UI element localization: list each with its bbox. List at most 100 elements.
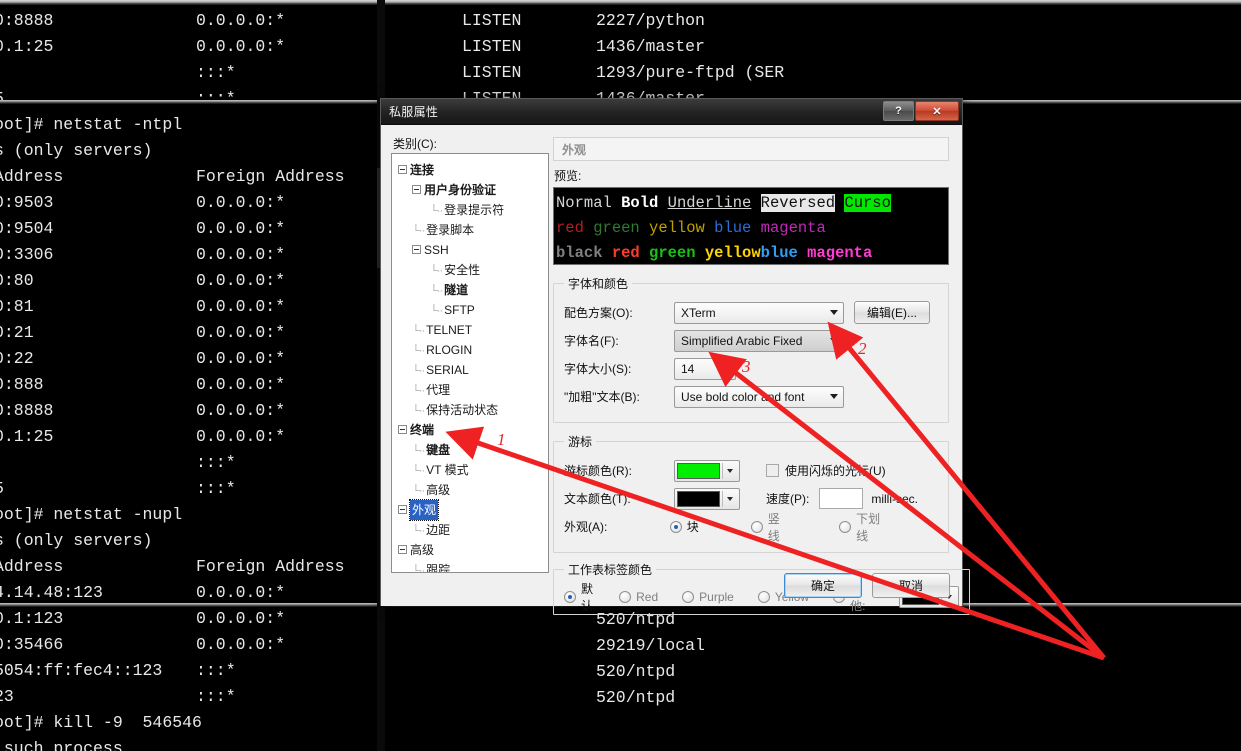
text-color-picker[interactable] <box>674 487 740 510</box>
tree-item-12[interactable]: └·· 保持活动状态 <box>392 400 548 420</box>
preview-row-styles: Normal Bold Underline Reversed Curso <box>556 191 948 216</box>
tree-item-16[interactable]: └·· 高级 <box>392 480 548 500</box>
preview-segment: red <box>611 244 650 262</box>
tree-item-11[interactable]: └·· 代理 <box>392 380 548 400</box>
tree-item-19[interactable]: 高级 <box>392 540 548 560</box>
font-name-value: Simplified Arabic Fixed <box>681 333 803 348</box>
tree-item-8[interactable]: └·· TELNET <box>392 320 548 340</box>
tree-item-label: 高级 <box>426 483 451 497</box>
tree-item-label: 安全性 <box>444 263 481 277</box>
tab-color-option-0[interactable]: 默认 <box>564 580 595 614</box>
tree-branch-icon: └·· <box>412 565 425 573</box>
dialog-footer: 确定 取消 <box>784 573 950 598</box>
tree-item-label: 外观 <box>408 499 440 521</box>
tree-branch-icon: └·· <box>412 405 425 417</box>
close-icon[interactable]: ✕ <box>915 101 959 121</box>
blinking-cursor-label: 使用闪烁的光标(U) <box>785 464 886 478</box>
font-size-select[interactable]: 14 <box>674 357 736 380</box>
preview-box: Normal Bold Underline Reversed Curso red… <box>553 187 949 265</box>
edit-scheme-button[interactable]: 编辑(E)... <box>854 301 930 324</box>
preview-segment: Normal <box>556 194 622 212</box>
chevron-down-icon <box>722 462 737 479</box>
tree-item-14[interactable]: └·· 键盘 <box>392 440 548 460</box>
tree-item-20[interactable]: └·· 跟踪 <box>392 560 548 573</box>
font-size-label: 字体大小(S): <box>564 362 632 376</box>
tree-item-3[interactable]: └·· 登录脚本 <box>392 220 548 240</box>
cursor-appearance-option-1[interactable]: 竖线 <box>750 510 787 544</box>
tree-item-17[interactable]: 外观 <box>392 499 548 521</box>
tree-item-1[interactable]: 用户身份验证 <box>392 180 548 200</box>
cursor-group-legend: 游标 <box>568 435 593 449</box>
pane-header: 外观 <box>553 137 949 161</box>
preview-segment: blue <box>760 244 808 262</box>
font-name-select[interactable]: Simplified Arabic Fixed <box>674 329 844 352</box>
preview-segment: red <box>556 219 594 237</box>
text-color-swatch <box>677 490 720 507</box>
radio-icon <box>682 591 695 603</box>
cursor-color-picker[interactable] <box>674 459 740 482</box>
tree-item-15[interactable]: └·· VT 模式 <box>392 460 548 480</box>
preview-segment: magenta <box>760 219 826 237</box>
tree-expander-icon[interactable] <box>398 505 407 515</box>
tree-item-18[interactable]: └·· 边距 <box>392 520 548 540</box>
tab-color-option-1[interactable]: Red <box>619 590 658 604</box>
tree-item-label: 高级 <box>410 543 435 557</box>
cursor-appearance-option-2[interactable]: 下划线 <box>839 510 886 544</box>
font-name-label: 字体名(F): <box>564 334 619 348</box>
terminal-top-edge <box>0 0 1241 5</box>
tree-item-label: 用户身份验证 <box>424 183 497 197</box>
tree-item-7[interactable]: └·· SFTP <box>392 300 548 320</box>
tree-item-13[interactable]: 终端 <box>392 420 548 440</box>
cursor-appearance-option-0[interactable]: 块 <box>669 518 699 535</box>
cursor-group: 游标 游标颜色(R): 使用闪烁的光标(U) 文本颜色(T): 速度(P): m… <box>553 433 949 553</box>
tab-color-option-label: Purple <box>699 590 734 604</box>
dialog-title: 私服属性 <box>389 105 439 119</box>
chevron-down-icon <box>825 387 843 407</box>
tree-item-label: 跟踪 <box>426 563 451 573</box>
checkbox-icon <box>766 464 779 477</box>
tab-color-legend: 工作表标签颜色 <box>568 563 653 577</box>
window-buttons: ? ✕ <box>883 101 959 121</box>
blink-speed-unit: milli-sec. <box>871 491 919 506</box>
tree-item-6[interactable]: └·· 隧道 <box>392 280 548 300</box>
font-size-value: 14 <box>681 361 695 376</box>
ok-button[interactable]: 确定 <box>784 573 862 598</box>
cursor-appearance-option-label: 竖线 <box>767 511 780 543</box>
tree-expander-icon[interactable] <box>398 425 407 435</box>
tree-item-10[interactable]: └·· SERIAL <box>392 360 548 380</box>
terminal-local-address-column: 0:8888 0.1:25 5 oot]# netstat -ntpl s (o… <box>0 11 202 751</box>
blinking-cursor-checkbox[interactable]: 使用闪烁的光标(U) <box>766 462 886 479</box>
tree-item-2[interactable]: └·· 登录提示符 <box>392 200 548 220</box>
radio-icon <box>757 591 770 603</box>
text-color-row: 文本颜色(T): 速度(P): milli-sec. <box>564 486 938 511</box>
tree-item-5[interactable]: └·· 安全性 <box>392 260 548 280</box>
category-tree[interactable]: 连接 用户身份验证 └·· 登录提示符 └·· 登录脚本 SSH └·· 安全性 └·· 隧道 └··… <box>391 153 549 573</box>
session-properties-dialog: 私服属性 ? ✕ 类别(C): 连接 用户身份验证 └·· 登录提示符 └·· 登录脚本 S… <box>380 98 971 615</box>
preview-segment: Curso <box>844 194 891 212</box>
preview-segment: yellow <box>649 219 715 237</box>
help-icon[interactable]: ? <box>883 101 914 121</box>
bold-text-select[interactable]: Use bold color and font <box>674 385 844 408</box>
tree-item-9[interactable]: └·· RLOGIN <box>392 340 548 360</box>
preview-segment <box>751 194 760 212</box>
preview-segment: green <box>649 244 705 262</box>
tree-expander-icon[interactable] <box>412 245 421 255</box>
cursor-appearance-label: 外观(A): <box>564 520 608 534</box>
tree-expander-icon[interactable] <box>412 185 421 195</box>
cancel-button[interactable]: 取消 <box>872 573 950 598</box>
tab-color-option-2[interactable]: Purple <box>682 590 734 604</box>
color-scheme-select[interactable]: XTerm <box>674 301 844 324</box>
blink-speed-input[interactable] <box>819 488 864 509</box>
preview-segment: blue <box>714 219 761 237</box>
blink-speed-label: 速度(P): <box>766 492 810 506</box>
dialog-titlebar[interactable]: 私服属性 ? ✕ <box>381 99 962 125</box>
tree-item-4[interactable]: SSH <box>392 240 548 260</box>
font-name-row: 字体名(F): Simplified Arabic Fixed <box>564 328 938 353</box>
tree-item-0[interactable]: 连接 <box>392 160 548 180</box>
preview-row-dim-colors: red green yellow blue magenta <box>556 216 948 241</box>
radio-icon <box>839 520 852 533</box>
tree-expander-icon[interactable] <box>398 545 407 555</box>
tree-expander-icon[interactable] <box>398 165 407 175</box>
color-scheme-value: XTerm <box>681 305 716 320</box>
font-group-legend: 字体和颜色 <box>568 277 629 291</box>
